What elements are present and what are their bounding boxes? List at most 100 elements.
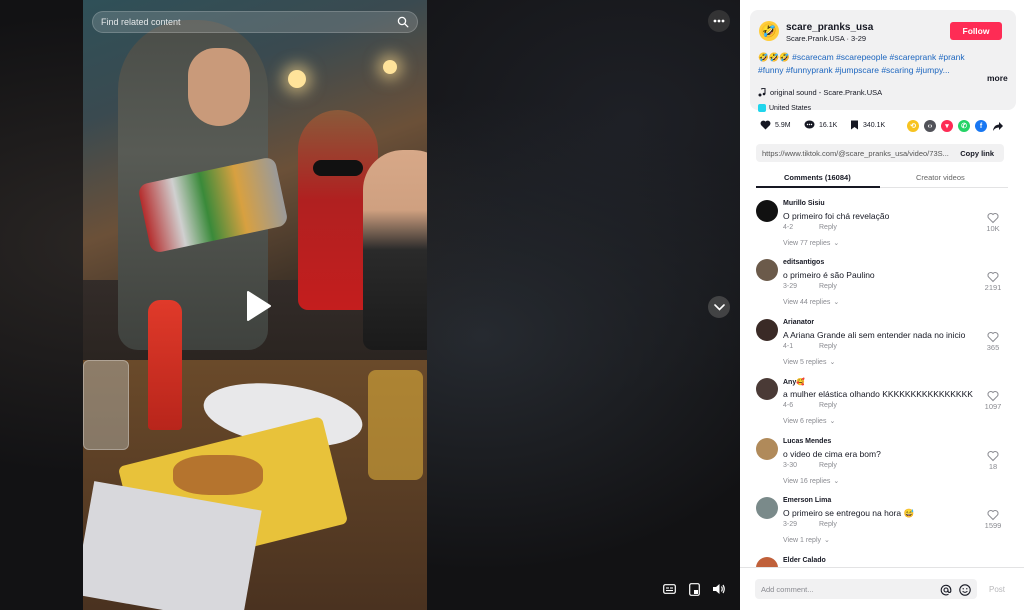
floating-player-button[interactable] — [685, 580, 703, 598]
chevron-down-icon — [713, 303, 725, 311]
play-icon[interactable] — [240, 288, 276, 324]
video-caption: 🤣🤣🤣 #scarecam #scarepeople #scareprank #… — [758, 51, 978, 77]
heart-outline-icon[interactable] — [987, 271, 999, 283]
search-icon[interactable] — [397, 16, 409, 28]
commenter-avatar[interactable] — [756, 378, 778, 400]
reply-button[interactable]: Reply — [819, 343, 837, 350]
reply-button[interactable]: Reply — [819, 402, 837, 409]
sound-link[interactable]: original sound - Scare.Prank.USA — [758, 88, 882, 97]
post-button[interactable]: Post — [989, 585, 1005, 594]
commenter-name[interactable]: Any🥰 — [783, 378, 805, 386]
view-replies-label: View 1 reply — [783, 536, 822, 544]
comment-text: o video de cima era bom? — [783, 449, 881, 459]
author-avatar[interactable]: 🤣 — [759, 21, 779, 41]
tab-comments[interactable]: Comments (16084) — [784, 173, 851, 182]
comment-item: Emerson Lima O primeiro se entregou na h… — [756, 492, 1016, 550]
comment-text: O primeiro se entregou na hora 😅 — [783, 508, 915, 518]
like-stat[interactable]: 5.9M — [760, 120, 791, 130]
embed-icon[interactable]: ‹› — [924, 120, 936, 132]
facebook-icon[interactable]: f — [975, 120, 987, 132]
view-replies-button[interactable]: View 5 replies ⌄ — [783, 358, 835, 367]
captions-icon — [662, 584, 676, 594]
follow-button[interactable]: Follow — [950, 22, 1002, 40]
comment-like-count: 2191 — [984, 283, 1002, 292]
whatsapp-icon[interactable]: ✆ — [958, 120, 970, 132]
mention-icon[interactable] — [940, 584, 952, 596]
heart-outline-icon[interactable] — [987, 212, 999, 224]
view-replies-button[interactable]: View 77 replies ⌄ — [783, 239, 840, 248]
commenter-name[interactable]: Elder Calado — [783, 557, 826, 564]
details-panel: 🤣 scare_pranks_usa Scare.Prank.USA · 3-2… — [740, 0, 1024, 610]
comment-item: Lucas Mendes o video de cima era bom? 3-… — [756, 433, 1016, 491]
share-arrow-icon[interactable] — [992, 120, 1004, 132]
comment-like-count: 18 — [988, 462, 998, 471]
tab-creator-videos[interactable]: Creator videos — [916, 173, 965, 182]
commenter-avatar[interactable] — [756, 259, 778, 281]
music-note-icon — [758, 88, 766, 97]
volume-button[interactable] — [710, 580, 728, 598]
copy-link-button[interactable]: Copy link — [960, 149, 994, 158]
engagement-bar: 5.9M 16.1K 340.1K ⟲ ‹› ▾ ✆ f — [756, 120, 1016, 136]
view-replies-button[interactable]: View 44 replies ⌄ — [783, 298, 840, 307]
repost-icon[interactable]: ⟲ — [907, 120, 919, 132]
author-username[interactable]: scare_pranks_usa — [786, 22, 873, 33]
commenter-name[interactable]: Lucas Mendes — [783, 438, 831, 445]
comment-like-count: 1097 — [984, 402, 1002, 411]
reply-button[interactable]: Reply — [819, 521, 837, 528]
heart-outline-icon[interactable] — [987, 450, 999, 462]
next-video-button[interactable] — [708, 296, 730, 318]
more-dots-icon — [713, 19, 725, 23]
view-replies-button[interactable]: View 6 replies ⌄ — [783, 417, 835, 426]
emoji-icon[interactable] — [959, 584, 971, 596]
comment-item: Murillo Sisiu O primeiro foi chá revelaç… — [756, 195, 1016, 253]
comment-composer: Post — [740, 567, 1024, 610]
comment-count: 16.1K — [819, 121, 838, 129]
location-icon — [758, 104, 766, 112]
hashtags-line-1[interactable]: #scarecam #scarepeople #scareprank #pran… — [792, 52, 964, 62]
view-replies-button[interactable]: View 16 replies ⌄ — [783, 477, 839, 486]
hashtags-line-2[interactable]: #funny #funnyprank #jumpscare #scaring #… — [758, 65, 950, 75]
comment-stat[interactable]: 16.1K — [804, 120, 837, 130]
region-label: United States — [769, 104, 812, 112]
panel-tabs: Comments (16084) Creator videos — [756, 168, 1008, 188]
search-input[interactable] — [93, 12, 393, 32]
comment-like-count: 365 — [986, 343, 1000, 352]
reply-button[interactable]: Reply — [819, 462, 837, 469]
view-replies-label: View 77 replies — [783, 239, 831, 247]
comment-text: o primeiro é são Paulino — [783, 270, 875, 280]
commenter-avatar[interactable] — [756, 497, 778, 519]
view-replies-label: View 5 replies — [783, 358, 827, 366]
view-replies-label: View 44 replies — [783, 298, 831, 306]
commenter-avatar[interactable] — [756, 319, 778, 341]
view-replies-button[interactable]: View 1 reply ⌄ — [783, 536, 830, 545]
video-link-url[interactable]: https://www.tiktok.com/@scare_pranks_usa… — [762, 149, 952, 158]
reply-button[interactable]: Reply — [819, 224, 837, 231]
view-replies-label: View 16 replies — [783, 477, 831, 485]
region-tag: United States — [758, 104, 811, 112]
captions-button[interactable] — [660, 580, 678, 598]
commenter-avatar[interactable] — [756, 438, 778, 460]
caption-emojis: 🤣🤣🤣 — [758, 52, 790, 62]
heart-outline-icon[interactable] — [987, 331, 999, 343]
commenter-name[interactable]: Murillo Sisiu — [783, 200, 825, 207]
save-count: 340.1K — [863, 121, 886, 129]
heart-outline-icon[interactable] — [987, 390, 999, 402]
author-card: 🤣 scare_pranks_usa Scare.Prank.USA · 3-2… — [750, 10, 1016, 112]
chevron-down-icon: ⌄ — [833, 299, 840, 306]
commenter-avatar[interactable] — [756, 557, 778, 567]
heart-outline-icon[interactable] — [987, 509, 999, 521]
heart-icon — [760, 120, 771, 130]
commenter-name[interactable]: Emerson Lima — [783, 497, 831, 504]
caption-more-button[interactable]: more — [987, 73, 1008, 83]
more-options-button[interactable] — [708, 10, 730, 32]
send-icon[interactable]: ▾ — [941, 120, 953, 132]
chevron-down-icon: ⌄ — [833, 240, 840, 247]
comment-list[interactable]: Murillo Sisiu O primeiro foi chá revelaç… — [740, 195, 1024, 567]
commenter-name[interactable]: editsantigos — [783, 259, 824, 266]
search-bar[interactable] — [92, 11, 418, 33]
save-stat[interactable]: 340.1K — [850, 120, 885, 130]
commenter-avatar[interactable] — [756, 200, 778, 222]
commenter-name[interactable]: Arianator — [783, 319, 814, 326]
reply-button[interactable]: Reply — [819, 283, 837, 290]
comment-date: 4-1 — [783, 343, 794, 350]
